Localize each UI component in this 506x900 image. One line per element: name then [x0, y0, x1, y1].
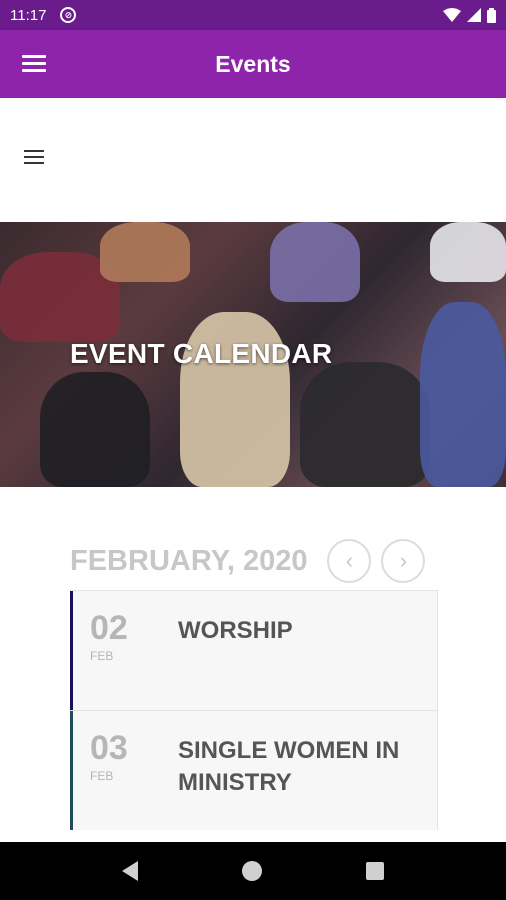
home-icon[interactable]: [242, 861, 262, 881]
page-title: Events: [215, 50, 291, 77]
content-area[interactable]: EVENT CALENDAR FEBRUARY, 2020 ‹ › 02 FEB…: [0, 98, 506, 842]
system-navigation-bar: [0, 842, 506, 900]
event-name: SINGLE WOMEN IN MINISTRY: [178, 737, 400, 796]
event-day: 02: [90, 609, 128, 647]
app-bar: Events: [0, 30, 506, 98]
event-name: WORSHIP: [178, 617, 293, 644]
month-header: FEBRUARY, 2020 ‹ ›: [70, 538, 440, 584]
event-item[interactable]: 03 FEB SINGLE WOMEN IN MINISTRY: [70, 710, 438, 830]
month-label: FEBRUARY, 2020: [70, 544, 308, 577]
signal-icon: [467, 8, 481, 22]
chevron-right-icon: ›: [399, 548, 408, 573]
wifi-icon: [443, 8, 461, 22]
previous-month-button[interactable]: ‹: [327, 539, 372, 583]
event-item[interactable]: 02 FEB WORSHIP: [70, 590, 438, 710]
hero-title: EVENT CALENDAR: [70, 338, 333, 369]
battery-icon: [487, 7, 496, 23]
hero-banner: EVENT CALENDAR: [0, 222, 506, 487]
status-time: 11:17: [10, 6, 47, 24]
menu-icon[interactable]: [22, 52, 48, 76]
back-icon[interactable]: [122, 861, 138, 881]
status-icons: [443, 7, 496, 23]
event-accent-bar: [70, 591, 73, 710]
chevron-left-icon: ‹: [345, 548, 354, 573]
event-day: 03: [90, 729, 128, 767]
event-accent-bar: [70, 711, 73, 830]
event-list: 02 FEB WORSHIP 03 FEB SINGLE WOMEN IN MI…: [70, 590, 438, 830]
status-bar: 11:17 ⊘: [0, 0, 506, 30]
data-saver-icon: ⊘: [60, 7, 77, 23]
event-month: FEB: [90, 649, 114, 663]
event-month: FEB: [90, 769, 114, 783]
hamburger-menu-icon[interactable]: [24, 150, 46, 168]
next-month-button[interactable]: ›: [381, 539, 426, 583]
recent-apps-icon[interactable]: [366, 862, 384, 880]
